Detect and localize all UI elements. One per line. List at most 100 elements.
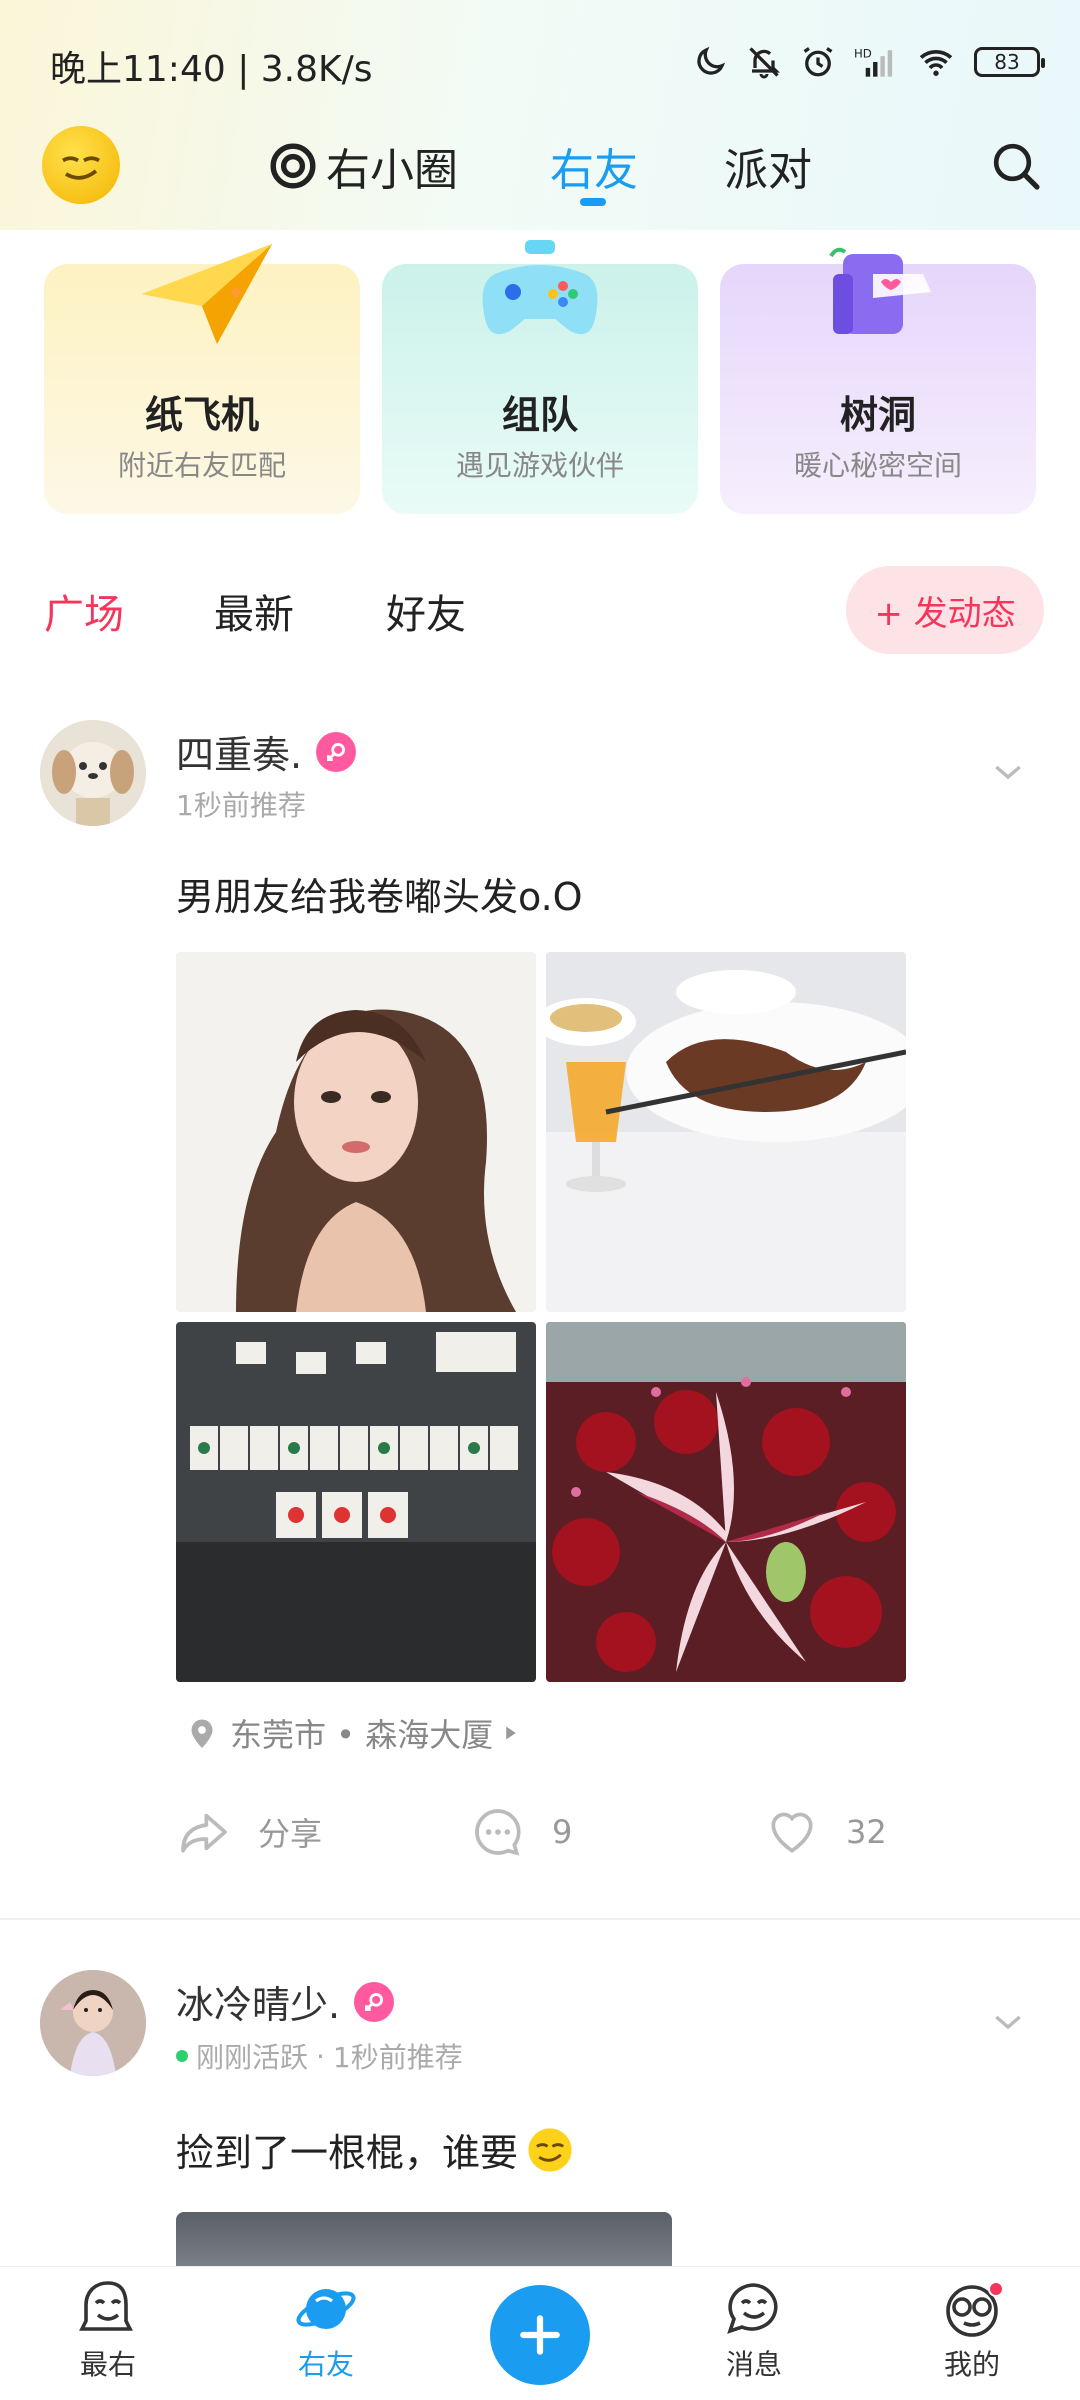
like-count: 32 [846, 1813, 887, 1851]
dinner-table-photo[interactable] [546, 952, 906, 1312]
status-bar: 晚上11:40 | 3.8K/s HD 83 [0, 0, 1080, 130]
battery-level: 83 [994, 50, 1020, 74]
smirk-face-icon [62, 156, 100, 180]
nav-label: 右友 [297, 2348, 354, 2381]
search-button[interactable] [988, 138, 1044, 194]
comment-count: 9 [552, 1813, 573, 1851]
feature-cards: 纸飞机 附近右友匹配 组队 遇见游戏伙伴 树洞 暖心秘密空间 [44, 240, 1038, 514]
post-text: 男朋友给我卷嘟头发o.O [176, 875, 583, 919]
avatar[interactable] [40, 1970, 146, 2076]
create-button[interactable] [490, 2285, 590, 2385]
moon-icon [697, 46, 726, 75]
create-post-label: + 发动态 [874, 593, 1016, 634]
active-tab-indicator [580, 198, 606, 206]
tab-right-circle-label: 右小圈 [326, 145, 458, 196]
signal-hd-icon: HD [854, 47, 893, 77]
mahjong-photo[interactable] [176, 1322, 536, 1682]
nav-profile[interactable]: 我的 [912, 2277, 1032, 2383]
share-label: 分享 [258, 1815, 323, 1853]
selfie-photo[interactable] [176, 952, 536, 1312]
notification-dot [988, 2281, 1004, 2297]
female-icon [354, 1981, 395, 2022]
location-pin-icon [191, 1719, 213, 1748]
partial-photo[interactable] [176, 2212, 672, 2268]
avatar[interactable] [40, 720, 146, 826]
photo-grid [176, 952, 906, 1682]
online-status-dot [176, 2050, 188, 2062]
active-status: 刚刚活跃 [196, 2041, 309, 2074]
svg-text:HD: HD [854, 47, 872, 61]
post-more-button[interactable] [988, 752, 1028, 792]
nav-zuiyou[interactable]: 最右 [48, 2277, 168, 2383]
post-username[interactable]: 四重奏. [176, 724, 357, 779]
paper-plane-icon [142, 244, 272, 344]
alarm-icon [803, 47, 833, 77]
photo-grid [176, 2212, 906, 2272]
avatar-image [40, 720, 146, 826]
tab-right-friends-label: 右友 [550, 145, 638, 196]
meta-separator: · [316, 2039, 325, 2073]
post-meta: 刚刚活跃 · 1秒前推荐 [176, 2036, 463, 2076]
card-title: 纸飞机 [144, 393, 259, 437]
post-text-content: 捡到了一根棍，谁要 [176, 2131, 519, 2175]
tab-right-friends[interactable]: 右友 [550, 134, 638, 198]
status-icons: HD 83 [692, 40, 1045, 84]
comment-button[interactable]: 9 [470, 1804, 572, 1860]
card-title: 组队 [501, 393, 578, 437]
card-subtitle: 暖心秘密空间 [793, 449, 962, 482]
tab-friends[interactable]: 好友 [386, 582, 466, 640]
circle-target-icon [270, 143, 316, 189]
card-subtitle: 遇见游戏伙伴 [455, 449, 624, 482]
share-button[interactable]: 分享 [176, 1804, 322, 1860]
mailbox-icon [829, 247, 931, 334]
gamepad-icon [482, 240, 598, 335]
card-tree-hole[interactable]: 树洞 暖心秘密空间 [720, 247, 1036, 514]
avatar-image [40, 1970, 146, 2076]
card-art [44, 234, 360, 364]
planet-icon [296, 2289, 356, 2329]
nav-label: 消息 [725, 2348, 782, 2381]
flower-bouquet-photo[interactable] [546, 1322, 906, 1682]
card-subtitle: 附近右友匹配 [117, 449, 286, 482]
nav-right-friends[interactable]: 右友 [266, 2277, 386, 2383]
tab-latest[interactable]: 最新 [214, 582, 294, 640]
card-title: 树洞 [839, 393, 916, 437]
bell-off-icon [749, 47, 780, 79]
card-paper-plane[interactable]: 纸飞机 附近右友匹配 [44, 244, 360, 514]
chat-face-icon [727, 2283, 778, 2334]
post-meta: 1秒前推荐 [176, 789, 306, 822]
post-location[interactable]: 东莞市 • 森海大厦 [184, 1710, 519, 1756]
divider [0, 1918, 1080, 1920]
bottom-nav: 最右 右友 消息 我的 [0, 2266, 1080, 2400]
filter-bar: 广场 最新 好友 + 发动态 [0, 560, 1080, 660]
nav-label: 我的 [943, 2348, 1000, 2381]
plus-icon [520, 2315, 560, 2355]
card-team-up[interactable]: 组队 遇见游戏伙伴 [382, 240, 698, 514]
username-text: 四重奏. [176, 733, 303, 777]
tab-party[interactable]: 派对 [724, 134, 812, 198]
search-icon [993, 143, 1040, 190]
tab-right-circle[interactable]: 右小圈 [268, 134, 458, 198]
location-text: 东莞市 • 森海大厦 [230, 1716, 494, 1754]
post-text: 捡到了一根棍，谁要 [176, 2122, 574, 2177]
comment-icon [475, 1809, 521, 1856]
battery-icon: 83 [974, 47, 1045, 77]
card-art [720, 234, 1036, 364]
smile-face-icon [79, 2281, 133, 2331]
user-avatar[interactable] [42, 126, 120, 204]
card-art [382, 234, 698, 364]
wifi-icon [919, 50, 953, 76]
like-button[interactable]: 32 [764, 1804, 887, 1860]
tab-party-label: 派对 [724, 145, 812, 196]
nav-messages[interactable]: 消息 [694, 2277, 814, 2383]
nav-label: 最右 [79, 2348, 136, 2381]
create-post-button[interactable]: + 发动态 [846, 566, 1044, 654]
smirk-emoji-icon [528, 2127, 572, 2172]
recommend-time: 1秒前推荐 [332, 2041, 463, 2074]
share-icon [181, 1813, 227, 1853]
post-more-button[interactable] [988, 2002, 1028, 2042]
post-username[interactable]: 冰冷晴少. [176, 1974, 395, 2029]
triangle-right-icon [506, 1726, 517, 1740]
top-nav: 右小圈 右友 派对 [0, 120, 1080, 220]
tab-square[interactable]: 广场 [44, 582, 124, 640]
